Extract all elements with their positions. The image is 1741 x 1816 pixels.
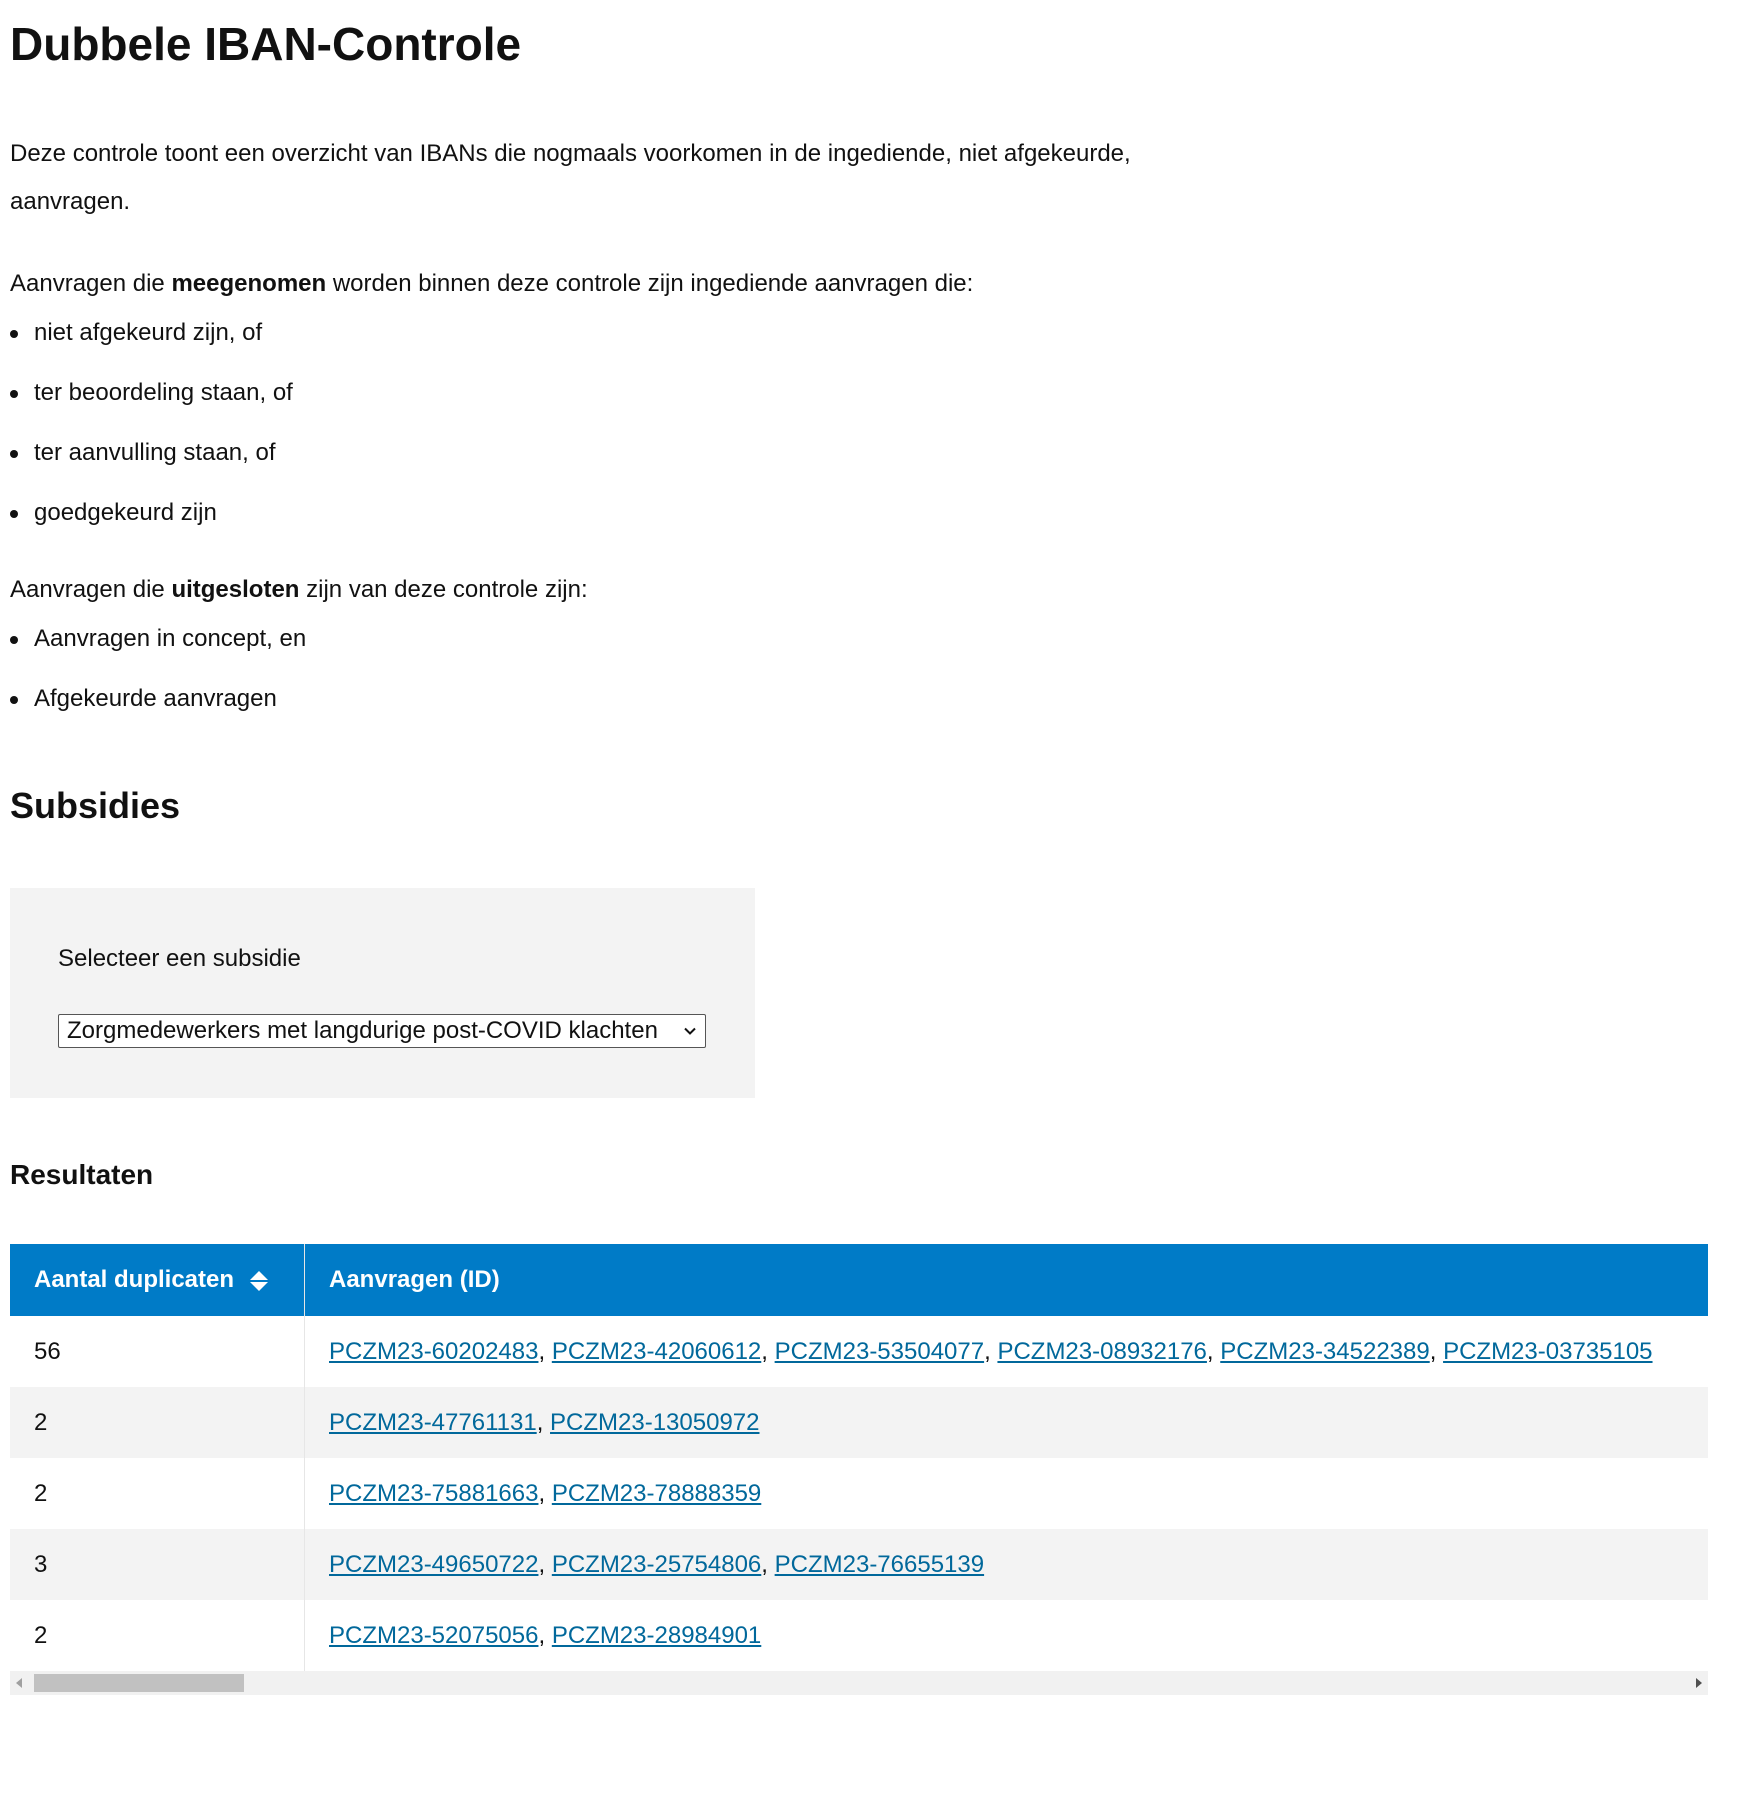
duplicate-count: 3 xyxy=(10,1529,305,1600)
excluded-text: Aanvragen die uitgesloten zijn van deze … xyxy=(10,566,1741,614)
application-link[interactable]: PCZM23-08932176 xyxy=(997,1338,1206,1365)
scroll-left-arrow-icon[interactable] xyxy=(10,1671,30,1695)
list-item: ter aanvulling staan, of xyxy=(10,438,1741,468)
application-link[interactable]: PCZM23-47761131 xyxy=(329,1409,537,1436)
scrollbar-thumb[interactable] xyxy=(34,1674,244,1692)
included-bold: meegenomen xyxy=(171,270,327,297)
bullet-icon xyxy=(10,696,18,704)
table-row: 56 PCZM23-60202483, PCZM23-42060612, PCZ… xyxy=(10,1316,1708,1387)
subsidy-select[interactable]: Zorgmedewerkers met langdurige post-COVI… xyxy=(58,1014,706,1048)
page: Dubbele IBAN-Controle Deze controle toon… xyxy=(0,0,1741,1695)
column-header-ids-label: Aanvragen (ID) xyxy=(329,1266,500,1293)
application-ids: PCZM23-60202483, PCZM23-42060612, PCZM23… xyxy=(304,1316,1708,1387)
list-item-text: Afgekeurde aanvragen xyxy=(34,685,277,712)
subsidy-select-panel: Selecteer een subsidie Zorgmedewerkers m… xyxy=(10,888,755,1098)
application-link[interactable]: PCZM23-53504077 xyxy=(775,1338,984,1365)
list-item-text: goedgekeurd zijn xyxy=(34,499,217,526)
included-prefix: Aanvragen die xyxy=(10,270,172,297)
application-link[interactable]: PCZM23-25754806 xyxy=(552,1551,761,1578)
table-row: 2 PCZM23-47761131, PCZM23-13050972 xyxy=(10,1387,1708,1458)
table-header-row: Aantal duplicaten Aanvragen (ID) xyxy=(10,1244,1708,1316)
results-table-container: Aantal duplicaten Aanvragen (ID) 56 PCZM… xyxy=(10,1244,1708,1695)
application-link[interactable]: PCZM23-76655139 xyxy=(775,1551,984,1578)
bullet-icon xyxy=(10,330,18,338)
list-item: Aanvragen in concept, en xyxy=(10,624,1741,654)
column-header-ids: Aanvragen (ID) xyxy=(304,1244,1708,1316)
table-row: 2 PCZM23-75881663, PCZM23-78888359 xyxy=(10,1458,1708,1529)
bullet-icon xyxy=(10,510,18,518)
duplicate-count: 56 xyxy=(10,1316,305,1387)
application-link[interactable]: PCZM23-13050972 xyxy=(550,1409,759,1436)
application-ids: PCZM23-75881663, PCZM23-78888359 xyxy=(304,1458,1708,1529)
list-item: niet afgekeurd zijn, of xyxy=(10,318,1741,348)
list-item-text: ter beoordeling staan, of xyxy=(34,379,293,406)
duplicate-count: 2 xyxy=(10,1387,305,1458)
results-table: Aantal duplicaten Aanvragen (ID) 56 PCZM… xyxy=(10,1244,1708,1671)
page-title: Dubbele IBAN-Controle xyxy=(10,18,522,70)
excluded-suffix: zijn van deze controle zijn: xyxy=(299,576,588,603)
application-link[interactable]: PCZM23-28984901 xyxy=(552,1622,761,1649)
included-text: Aanvragen die meegenomen worden binnen d… xyxy=(10,260,1741,308)
sort-icon[interactable] xyxy=(249,1269,269,1293)
excluded-bold: uitgesloten xyxy=(171,576,300,603)
list-item: Afgekeurde aanvragen xyxy=(10,684,1741,714)
included-list: niet afgekeurd zijn, of ter beoordeling … xyxy=(10,318,1741,528)
application-link[interactable]: PCZM23-42060612 xyxy=(552,1338,761,1365)
scroll-right-arrow-icon[interactable] xyxy=(1688,1671,1708,1695)
list-item-text: Aanvragen in concept, en xyxy=(34,625,307,652)
application-link[interactable]: PCZM23-03735105 xyxy=(1443,1338,1652,1365)
application-link[interactable]: PCZM23-34522389 xyxy=(1220,1338,1429,1365)
application-link[interactable]: PCZM23-52075056 xyxy=(329,1622,538,1649)
duplicate-count: 2 xyxy=(10,1458,305,1529)
horizontal-scrollbar[interactable] xyxy=(10,1671,1708,1695)
application-link[interactable]: PCZM23-75881663 xyxy=(329,1480,538,1507)
table-row: 2 PCZM23-52075056, PCZM23-28984901 xyxy=(10,1600,1708,1671)
subsidy-select-label: Selecteer een subsidie xyxy=(58,945,301,972)
bullet-icon xyxy=(10,636,18,644)
application-ids: PCZM23-47761131, PCZM23-13050972 xyxy=(304,1387,1708,1458)
results-heading: Resultaten xyxy=(10,1159,154,1190)
subsidies-heading: Subsidies xyxy=(10,785,181,826)
duplicate-count: 2 xyxy=(10,1600,305,1671)
bullet-icon xyxy=(10,390,18,398)
column-header-count-label: Aantal duplicaten xyxy=(34,1266,235,1293)
excluded-list: Aanvragen in concept, en Afgekeurde aanv… xyxy=(10,624,1741,714)
list-item: ter beoordeling staan, of xyxy=(10,378,1741,408)
excluded-prefix: Aanvragen die xyxy=(10,576,172,603)
table-row: 3 PCZM23-49650722, PCZM23-25754806, PCZM… xyxy=(10,1529,1708,1600)
subsidy-select-value: Zorgmedewerkers met langdurige post-COVI… xyxy=(67,1017,658,1044)
included-suffix: worden binnen deze controle zijn ingedie… xyxy=(326,270,974,297)
column-header-count[interactable]: Aantal duplicaten xyxy=(10,1244,305,1316)
application-link[interactable]: PCZM23-78888359 xyxy=(552,1480,761,1507)
application-ids: PCZM23-52075056, PCZM23-28984901 xyxy=(304,1600,1708,1671)
intro-text: Deze controle toont een overzicht van IB… xyxy=(10,140,1131,215)
chevron-down-icon xyxy=(684,1027,696,1035)
list-item-text: niet afgekeurd zijn, of xyxy=(34,319,263,346)
application-link[interactable]: PCZM23-60202483 xyxy=(329,1338,538,1365)
application-ids: PCZM23-49650722, PCZM23-25754806, PCZM23… xyxy=(304,1529,1708,1600)
list-item-text: ter aanvulling staan, of xyxy=(34,439,276,466)
application-link[interactable]: PCZM23-49650722 xyxy=(329,1551,538,1578)
bullet-icon xyxy=(10,450,18,458)
list-item: goedgekeurd zijn xyxy=(10,498,1741,528)
